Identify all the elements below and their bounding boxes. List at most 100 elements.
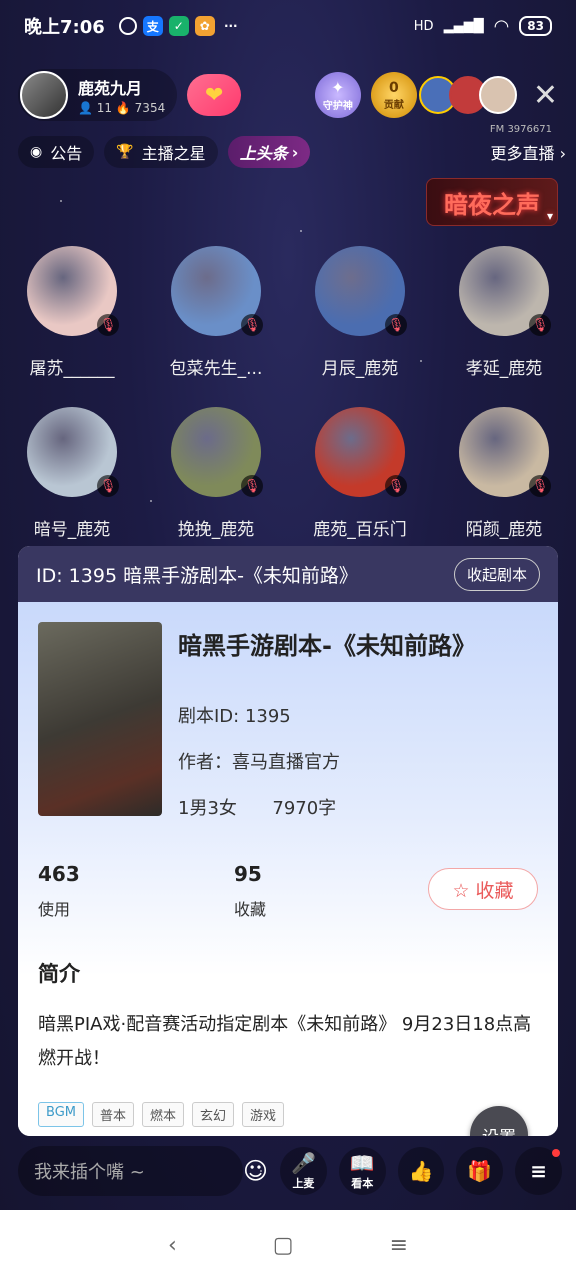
viewer-avatars[interactable] xyxy=(418,76,517,114)
notice-chip[interactable]: ◉ 公告 xyxy=(18,136,95,168)
gift-button[interactable]: 🎁 xyxy=(456,1147,504,1195)
shield-app-icon: ✓ xyxy=(168,16,189,36)
seat-avatar[interactable]: 🎙 xyxy=(315,246,407,336)
alarm-icon xyxy=(118,17,137,35)
script-card-body: 暗黑手游剧本-《未知前路》 剧本ID: 1395 作者：喜马直播官方 1男3女 … xyxy=(18,602,558,1136)
seat-avatar[interactable]: 🎙 xyxy=(171,246,263,336)
microphone-icon: 🎤 xyxy=(290,1151,316,1175)
hamburger-menu-icon: ≡ xyxy=(530,1159,548,1183)
join-mic-button[interactable]: 🎤 上麦 xyxy=(280,1147,327,1195)
notification-dot xyxy=(552,1149,561,1157)
view-script-button[interactable]: 📖 看本 xyxy=(338,1147,386,1195)
headline-label: 上头条 xyxy=(239,144,288,163)
megaphone-icon: ◉ xyxy=(30,144,43,160)
mic-seat[interactable]: 🎙 挽挽_鹿苑 xyxy=(144,407,288,540)
bottom-toolbar: 我来插个嘴 ~ ☺ 🎤 上麦 📖 看本 👍 🎁 ≡ xyxy=(18,1142,563,1200)
mic-seats: 🎙 屠苏______ 🎙 包菜先生_... 🎙 月辰_鹿苑 🎙 孝延_鹿苑 🎙 暗号_鹿苑 🎙 挽挽_… xyxy=(0,246,576,540)
settings-button[interactable]: 设置 xyxy=(470,1106,528,1136)
wing-icon: ✦ xyxy=(331,78,345,97)
follow-heart-button[interactable]: ❤ xyxy=(187,74,242,116)
host-followers: 11 xyxy=(96,101,113,115)
host-name: 鹿苑九月 xyxy=(78,79,143,98)
app-icon: ✿ xyxy=(194,16,215,36)
host-heat: 7354 xyxy=(134,101,166,115)
trophy-icon: 🏆 xyxy=(116,144,134,160)
mic-seat[interactable]: 🎙 月辰_鹿苑 xyxy=(288,246,432,379)
seat-avatar[interactable]: 🎙 xyxy=(459,407,551,497)
script-card: ID: 1395 暗黑手游剧本-《未知前路》 收起剧本 暗黑手游剧本-《未知前路… xyxy=(18,546,558,1136)
menu-button[interactable]: ≡ xyxy=(515,1147,563,1195)
uses-label: 使用 xyxy=(38,900,71,919)
host-profile[interactable]: 鹿苑九月 👤 11 🔥 7354 xyxy=(18,69,178,121)
seat-avatar[interactable]: 🎙 xyxy=(27,407,119,497)
mic-muted-icon: 🎙 xyxy=(385,314,407,336)
contribution-badge[interactable]: 0 贡献 xyxy=(370,72,417,118)
chevron-right-icon: › xyxy=(291,142,299,162)
contrib-count: 0 xyxy=(388,79,399,96)
script-tag: 普本 xyxy=(91,1102,134,1127)
mic-seat[interactable]: 🎙 屠苏______ xyxy=(0,246,144,379)
mic-muted-icon: 🎙 xyxy=(529,314,551,336)
contrib-label: 贡献 xyxy=(383,99,404,111)
guard-label: 守护神 xyxy=(322,101,353,112)
more-live-label: 更多直播 xyxy=(490,144,555,163)
person-icon: 👤 xyxy=(78,101,93,115)
seat-avatar[interactable]: 🎙 xyxy=(27,246,119,336)
like-button[interactable]: 👍 xyxy=(397,1147,445,1195)
script-tag: BGM xyxy=(38,1102,84,1127)
join-mic-label: 上麦 xyxy=(292,1177,315,1190)
script-cover-image[interactable] xyxy=(38,622,162,816)
heart-icon: ❤ xyxy=(205,82,224,108)
script-tag: 玄幻 xyxy=(192,1102,235,1127)
mic-seat[interactable]: 🎙 暗号_鹿苑 xyxy=(0,407,144,540)
mic-seat[interactable]: 🎙 包菜先生_... xyxy=(144,246,288,379)
seat-name: 孝延_鹿苑 xyxy=(465,359,543,379)
mic-muted-icon: 🎙 xyxy=(97,314,119,336)
system-nav-bar: ‹ ▢ ≡ xyxy=(0,1210,576,1280)
recents-icon[interactable]: ≡ xyxy=(390,1233,408,1258)
seat-name: 屠苏______ xyxy=(29,359,115,379)
flame-icon: 🔥 xyxy=(115,101,131,115)
seat-avatar[interactable]: 🎙 xyxy=(315,407,407,497)
seat-name: 挽挽_鹿苑 xyxy=(177,520,255,540)
home-icon[interactable]: ▢ xyxy=(273,1233,294,1258)
mic-seat[interactable]: 🎙 孝延_鹿苑 xyxy=(432,246,576,379)
host-bar: 鹿苑九月 👤 11 🔥 7354 ❤ ✦ 守护神 0 贡献 ✕ xyxy=(18,68,558,122)
close-icon[interactable]: ✕ xyxy=(533,78,558,113)
script-roles: 1男3女 xyxy=(178,798,237,819)
battery-icon: 83 xyxy=(519,16,552,36)
notice-label: 公告 xyxy=(50,144,83,163)
seat-avatar[interactable]: 🎙 xyxy=(459,246,551,336)
chat-input[interactable]: 我来插个嘴 ~ xyxy=(18,1146,244,1196)
room-logo[interactable]: 暗夜之声 ▾ xyxy=(426,178,558,226)
intro-heading: 简介 xyxy=(38,962,80,986)
mic-seat[interactable]: 🎙 鹿苑_百乐门 xyxy=(288,407,432,540)
script-tag: 燃本 xyxy=(142,1102,185,1127)
seat-avatar[interactable]: 🎙 xyxy=(171,407,263,497)
emoji-icon[interactable]: ☺ xyxy=(243,1157,268,1185)
mic-seat[interactable]: 🎙 陌颜_鹿苑 xyxy=(432,407,576,540)
mic-muted-icon: 🎙 xyxy=(241,475,263,497)
host-avatar[interactable] xyxy=(20,71,68,119)
alipay-icon: 支 xyxy=(142,16,163,36)
script-card-header: ID: 1395 暗黑手游剧本-《未知前路》 收起剧本 xyxy=(18,546,558,602)
host-star-chip[interactable]: 🏆 主播之星 xyxy=(104,136,218,168)
seat-name: 鹿苑_百乐门 xyxy=(313,520,407,540)
favorite-button[interactable]: ☆ 收藏 xyxy=(428,868,538,910)
favs-count: 95 xyxy=(234,862,262,886)
favs-label: 收藏 xyxy=(234,900,267,919)
book-icon: 📖 xyxy=(349,1151,375,1175)
collapse-script-button[interactable]: 收起剧本 xyxy=(453,557,540,591)
wifi-icon: ◠ xyxy=(493,15,510,37)
guard-badge[interactable]: ✦ 守护神 xyxy=(314,72,361,118)
uses-count: 463 xyxy=(38,862,80,886)
viewer-avatar[interactable] xyxy=(478,76,517,114)
back-icon[interactable]: ‹ xyxy=(168,1233,177,1258)
headline-chip[interactable]: 上头条 › xyxy=(227,136,311,168)
mic-muted-icon: 🎙 xyxy=(385,475,407,497)
fm-id: FM 3976671 xyxy=(489,124,552,135)
room-logo-text: 暗夜之声 xyxy=(444,189,540,219)
chevron-down-icon: ▾ xyxy=(546,209,553,223)
mic-muted-icon: 🎙 xyxy=(529,475,551,497)
more-live-link[interactable]: 更多直播 › xyxy=(490,140,566,164)
